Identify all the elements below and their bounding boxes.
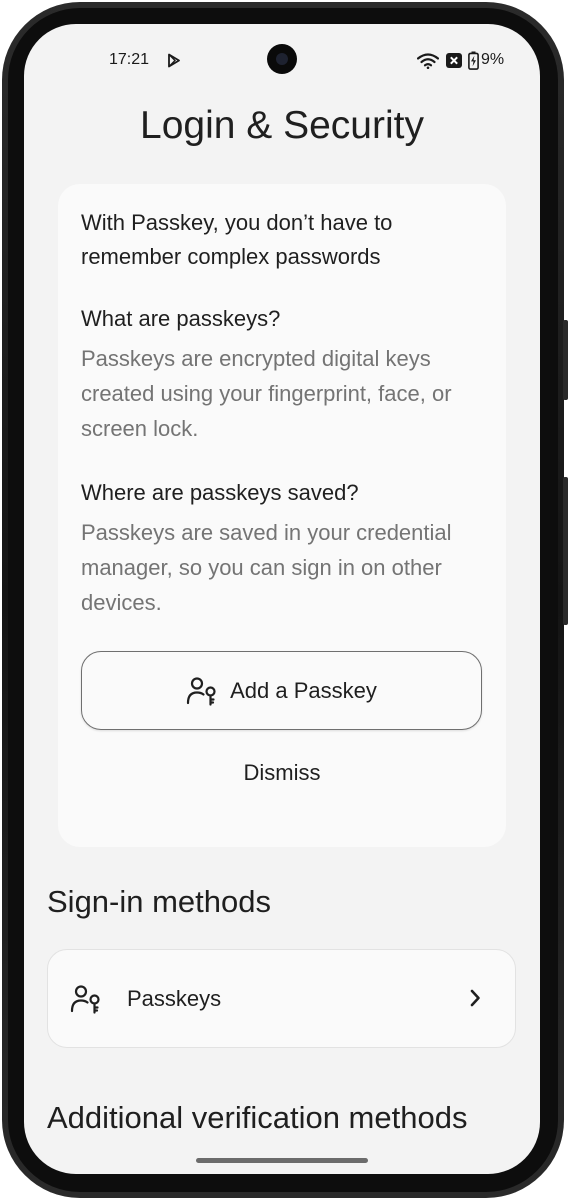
page-title: Login & Security <box>140 104 424 147</box>
front-camera <box>267 44 297 74</box>
answer-what-are-passkeys: Passkeys are encrypted digital keys crea… <box>81 346 452 441</box>
additional-verification-heading: Additional verification methods <box>47 1100 468 1135</box>
screen: 17:21 9% Login & Security With Passkey, … <box>24 24 540 1174</box>
status-time: 17:21 <box>109 51 150 68</box>
person-key-icon <box>187 676 216 706</box>
dismiss-button[interactable]: Dismiss <box>58 760 506 786</box>
home-indicator[interactable] <box>196 1158 368 1163</box>
battery-charging-icon <box>468 51 479 70</box>
status-bar: 17:21 9% <box>24 24 540 96</box>
add-passkey-button[interactable]: Add a Passkey <box>81 651 482 730</box>
question-what-are-passkeys: What are passkeys? <box>81 306 281 331</box>
chevron-right-icon <box>470 989 480 1007</box>
sign-in-methods-heading: Sign-in methods <box>47 884 272 919</box>
volume-button <box>563 320 568 400</box>
power-button <box>563 477 568 625</box>
person-key-icon <box>70 985 100 1014</box>
passkeys-label: Passkeys <box>127 986 222 1011</box>
wifi-icon <box>417 53 439 69</box>
sign-in-method-passkeys[interactable]: Passkeys <box>47 949 516 1048</box>
no-sim-icon <box>446 53 462 68</box>
battery-percentage: 9% <box>481 51 505 68</box>
card-intro-text: With Passkey, you don’t have to remember… <box>81 210 393 269</box>
question-where-saved: Where are passkeys saved? <box>81 480 359 505</box>
add-passkey-label: Add a Passkey <box>230 677 377 703</box>
play-store-icon <box>168 53 180 68</box>
answer-where-saved: Passkeys are saved in your credential ma… <box>81 520 452 615</box>
passkey-promo-card: With Passkey, you don’t have to remember… <box>58 184 506 847</box>
